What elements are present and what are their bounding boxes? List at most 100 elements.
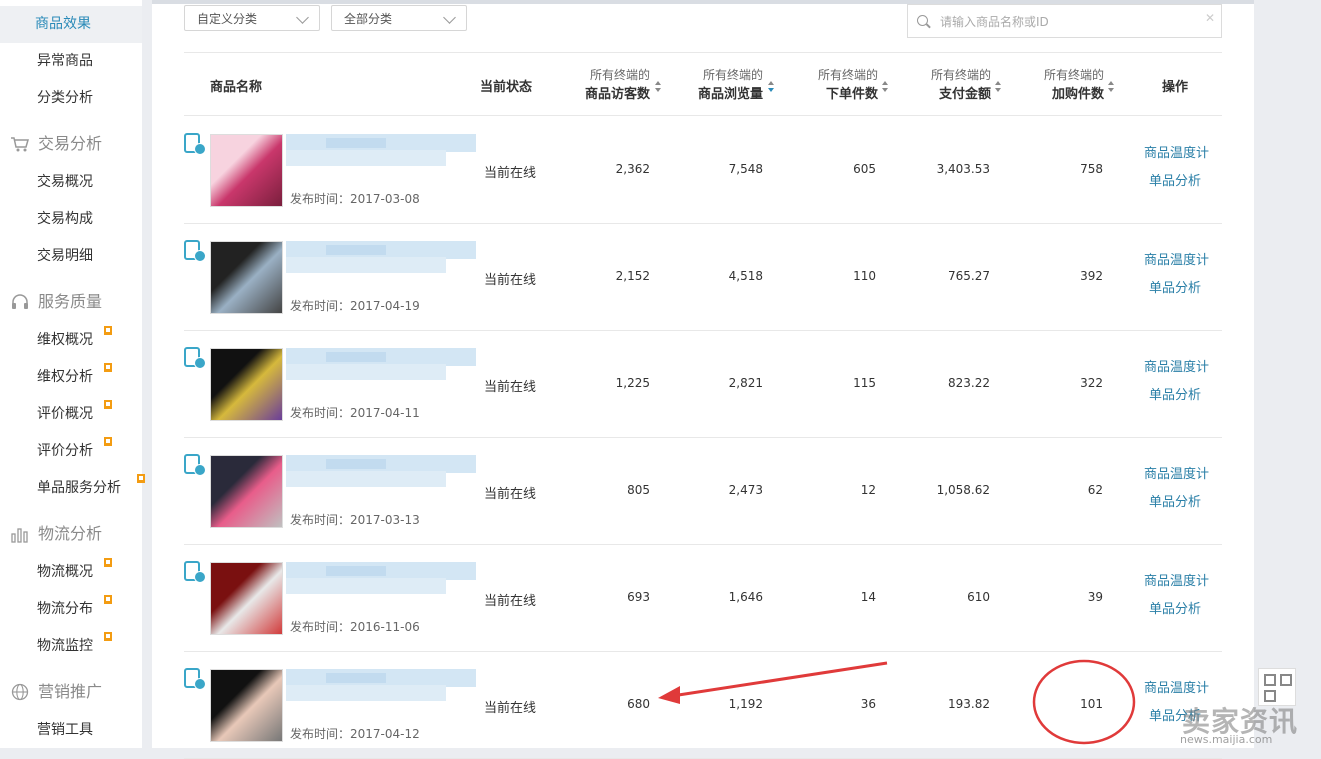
- product-thumbnail[interactable]: [210, 348, 283, 421]
- table-row: 发布时间：2017-04-12 当前在线 680 1,192 36 193.82 101 商品…: [184, 651, 1222, 759]
- publish-time: 发布时间：2017-04-19: [290, 299, 420, 313]
- sidebar-item-review-overview[interactable]: 评价概况: [0, 396, 142, 433]
- sidebar-group-title: 物流分析: [38, 524, 103, 543]
- cell-amount: 610: [967, 590, 990, 604]
- status-text: 当前在线: [484, 380, 537, 395]
- search-input[interactable]: [938, 11, 1202, 33]
- table-header: 商品名称 当前状态 所有终端的 商品访客数 所有终端的 商品浏览量 所有终端的 …: [184, 52, 1222, 116]
- header-cart[interactable]: 所有终端的 加购件数: [1024, 66, 1104, 102]
- chevron-down-icon: [443, 11, 456, 24]
- header-views[interactable]: 所有终端的 商品浏览量: [683, 66, 763, 102]
- header-label: 支付金额: [938, 87, 991, 102]
- product-thumbnail[interactable]: [210, 241, 283, 314]
- sidebar-item-logistics-monitor[interactable]: 物流监控: [0, 628, 142, 665]
- product-thumbnail[interactable]: [210, 134, 283, 207]
- single-analysis-link[interactable]: 单品分析: [1149, 277, 1201, 296]
- sidebar-group-title: 服务质量: [38, 292, 103, 311]
- blurred-product-title[interactable]: [286, 455, 476, 487]
- watermark-url: news.maijia.com: [1180, 733, 1273, 746]
- cell-visitors: 1,225: [615, 376, 650, 390]
- sort-icon[interactable]: [882, 81, 888, 95]
- sidebar-item-review-analysis[interactable]: 评价分析: [0, 433, 142, 470]
- sidebar-item-product-effect[interactable]: 商品效果: [0, 6, 142, 43]
- product-thermometer-link[interactable]: 商品温度计: [1144, 677, 1209, 696]
- header-prefix: 所有终端的: [930, 68, 991, 82]
- clear-icon[interactable]: ✕: [1205, 11, 1215, 25]
- sidebar-item-abnormal-products[interactable]: 异常商品: [0, 43, 142, 80]
- publish-time: 发布时间：2016-11-06: [290, 620, 420, 634]
- header-prefix: 所有终端的: [817, 68, 878, 82]
- single-analysis-link[interactable]: 单品分析: [1149, 598, 1201, 617]
- product-thermometer-link[interactable]: 商品温度计: [1144, 249, 1209, 268]
- cell-orders: 115: [853, 376, 876, 390]
- blurred-product-title[interactable]: [286, 348, 476, 380]
- sidebar-item-label: 商品效果: [35, 16, 91, 32]
- product-thermometer-link[interactable]: 商品温度计: [1144, 142, 1209, 161]
- sort-icon[interactable]: [655, 81, 661, 95]
- sidebar-item-logistics-distribution[interactable]: 物流分布: [0, 591, 142, 628]
- sidebar-item-label: 维权概况: [37, 332, 93, 348]
- sidebar-item-logistics-overview[interactable]: 物流概况: [0, 554, 142, 591]
- sidebar-group-logistics[interactable]: 物流分析: [0, 515, 142, 553]
- sidebar-item-trade-overview[interactable]: 交易概况: [0, 164, 142, 201]
- cell-views: 2,821: [728, 376, 763, 390]
- blurred-product-title[interactable]: [286, 134, 476, 166]
- sidebar-group-trade[interactable]: 交易分析: [0, 125, 142, 163]
- all-category-select[interactable]: 全部分类: [331, 5, 467, 31]
- product-thermometer-link[interactable]: 商品温度计: [1144, 570, 1209, 589]
- sort-desc-icon[interactable]: [768, 81, 774, 95]
- blurred-product-title[interactable]: [286, 241, 476, 273]
- product-thumbnail[interactable]: [210, 455, 283, 528]
- cell-amount: 193.82: [948, 697, 990, 711]
- sidebar-item-marketing-tools[interactable]: 营销工具: [0, 712, 142, 749]
- single-analysis-link[interactable]: 单品分析: [1149, 384, 1201, 403]
- sidebar-item-category-analysis[interactable]: 分类分析: [0, 80, 142, 117]
- sidebar-item-trade-composition[interactable]: 交易构成: [0, 201, 142, 238]
- status-text: 当前在线: [484, 273, 537, 288]
- mobile-check-icon: [184, 347, 206, 369]
- product-thermometer-link[interactable]: 商品温度计: [1144, 356, 1209, 375]
- search-box[interactable]: ✕: [907, 4, 1222, 38]
- cell-cart: 39: [1087, 590, 1103, 604]
- custom-category-select[interactable]: 自定义分类: [184, 5, 320, 31]
- blurred-product-title[interactable]: [286, 562, 476, 594]
- product-thumbnail[interactable]: [210, 562, 283, 635]
- sidebar-item-label: 单品服务分析: [37, 480, 121, 496]
- cell-cart: 62: [1087, 483, 1103, 497]
- status-text: 当前在线: [484, 166, 537, 181]
- cell-orders: 14: [860, 590, 876, 604]
- cell-views: 1,192: [728, 697, 763, 711]
- header-visitors[interactable]: 所有终端的 商品访客数: [570, 66, 650, 102]
- product-thermometer-link[interactable]: 商品温度计: [1144, 463, 1209, 482]
- sidebar-item-rights-analysis[interactable]: 维权分析: [0, 359, 142, 396]
- header-amount[interactable]: 所有终端的 支付金额: [911, 66, 991, 102]
- product-thumbnail[interactable]: [210, 669, 283, 742]
- status-text: 当前在线: [484, 701, 537, 716]
- sidebar-item-label: 交易概况: [37, 174, 93, 190]
- cell-amount: 823.22: [948, 376, 990, 390]
- header-label: 下单件数: [825, 87, 878, 102]
- sort-icon[interactable]: [995, 81, 1001, 95]
- sidebar-item-trade-detail[interactable]: 交易明细: [0, 238, 142, 275]
- single-analysis-link[interactable]: 单品分析: [1149, 491, 1201, 510]
- sort-icon[interactable]: [1108, 81, 1114, 95]
- new-flag-icon: [137, 474, 145, 483]
- sidebar-item-single-service[interactable]: 单品服务分析: [0, 470, 150, 507]
- header-prefix: 所有终端的: [589, 68, 650, 82]
- sidebar-group-title: 营销推广: [38, 682, 103, 701]
- blurred-product-title[interactable]: [286, 669, 476, 701]
- new-flag-icon: [104, 363, 112, 372]
- sidebar-item-label: 营销工具: [37, 722, 93, 738]
- search-icon: [917, 15, 928, 26]
- sidebar-group-service[interactable]: 服务质量: [0, 283, 142, 321]
- cell-visitors: 693: [627, 590, 650, 604]
- sidebar-group-marketing[interactable]: 营销推广: [0, 673, 142, 711]
- single-analysis-link[interactable]: 单品分析: [1149, 170, 1201, 189]
- status-text: 当前在线: [484, 487, 537, 502]
- table-row: 发布时间：2017-04-19 当前在线 2,152 4,518 110 765.27 39…: [184, 223, 1222, 331]
- sidebar-item-rights-overview[interactable]: 维权概况: [0, 322, 142, 359]
- table-row: 发布时间：2017-04-11 当前在线 1,225 2,821 115 823.22 32…: [184, 330, 1222, 438]
- header-orders[interactable]: 所有终端的 下单件数: [798, 66, 878, 102]
- publish-time: 发布时间：2017-04-12: [290, 727, 420, 741]
- sidebar-item-label: 物流分布: [37, 601, 93, 617]
